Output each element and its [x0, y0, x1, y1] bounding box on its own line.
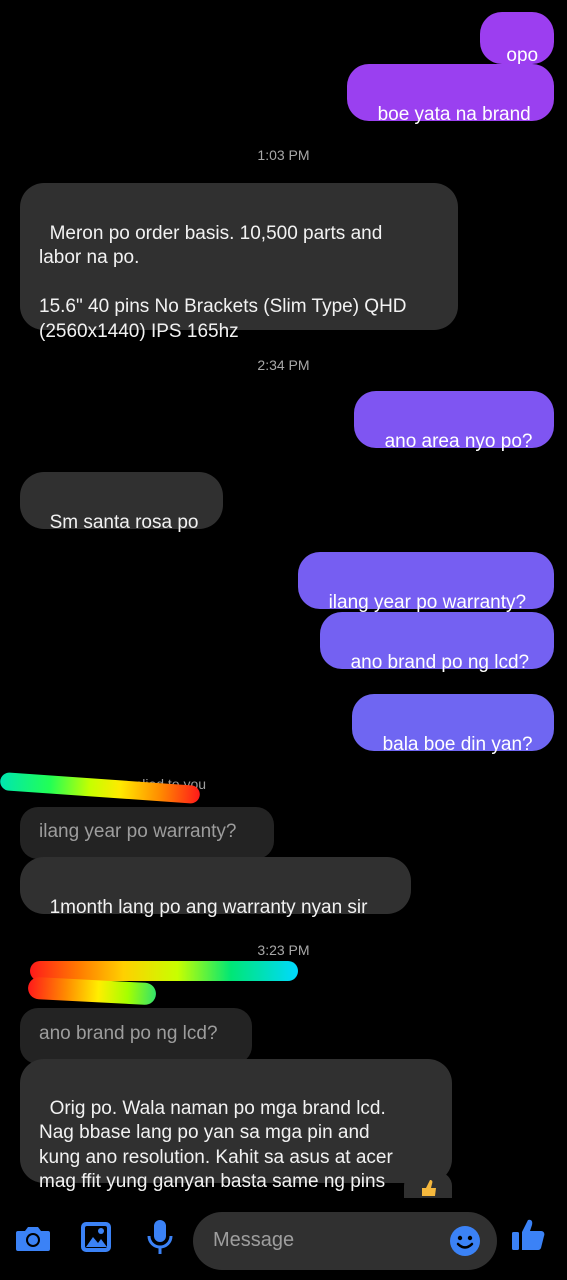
reaction-thumbs-up-icon	[404, 1172, 452, 1198]
received-message-sm[interactable]: Sm santa rosa po	[20, 472, 223, 533]
sent-message-area[interactable]: ano area nyo po?	[354, 391, 554, 452]
sent-message-boe[interactable]: boe yata na brand	[347, 64, 554, 125]
received-message-1month[interactable]: 1month lang po ang warranty nyan sir	[20, 857, 411, 918]
message-text: ano area nyo po?	[384, 430, 533, 452]
timestamp: 1:03 PM	[257, 147, 310, 163]
sent-message-bala[interactable]: bala boe din yan?	[352, 694, 554, 755]
message-text: ilang year po warranty?	[328, 591, 527, 613]
timestamp: 3:23 PM	[257, 942, 310, 958]
message-text: opo	[506, 44, 539, 66]
microphone-icon[interactable]	[144, 1218, 176, 1256]
message-input[interactable]: Message	[193, 1212, 497, 1270]
thumbs-up-icon[interactable]	[509, 1216, 547, 1254]
message-text: bala boe din yan?	[382, 733, 533, 755]
reply-quote: ilang year po warranty?	[20, 807, 274, 859]
message-text: Orig po. Wala naman po mga brand lcd. Na…	[39, 1097, 393, 1193]
reply-quote: ano brand po ng lcd?	[20, 1008, 252, 1064]
message-text: Meron po order basis. 10,500 parts and l…	[39, 222, 407, 342]
message-text: boe yata na brand	[377, 103, 531, 125]
received-message-meron[interactable]: Meron po order basis. 10,500 parts and l…	[20, 183, 458, 342]
received-message-orig[interactable]: Orig po. Wala naman po mga brand lcd. Na…	[20, 1059, 452, 1192]
sent-message-opo[interactable]: opo	[480, 12, 554, 66]
composer-bar: Message	[0, 1200, 567, 1280]
message-text: ano brand po ng lcd?	[350, 651, 530, 673]
gallery-icon[interactable]	[79, 1220, 113, 1254]
message-text: Sm santa rosa po	[49, 511, 199, 533]
message-text: 1month lang po ang warranty nyan sir	[49, 896, 368, 918]
emoji-icon[interactable]	[449, 1225, 481, 1257]
sent-message-ilang[interactable]: ilang year po warranty?	[298, 552, 554, 613]
message-input-placeholder: Message	[213, 1229, 295, 1251]
camera-icon[interactable]	[14, 1222, 52, 1254]
sent-message-ano-brand[interactable]: ano brand po ng lcd?	[320, 612, 554, 673]
timestamp: 2:34 PM	[257, 357, 310, 373]
